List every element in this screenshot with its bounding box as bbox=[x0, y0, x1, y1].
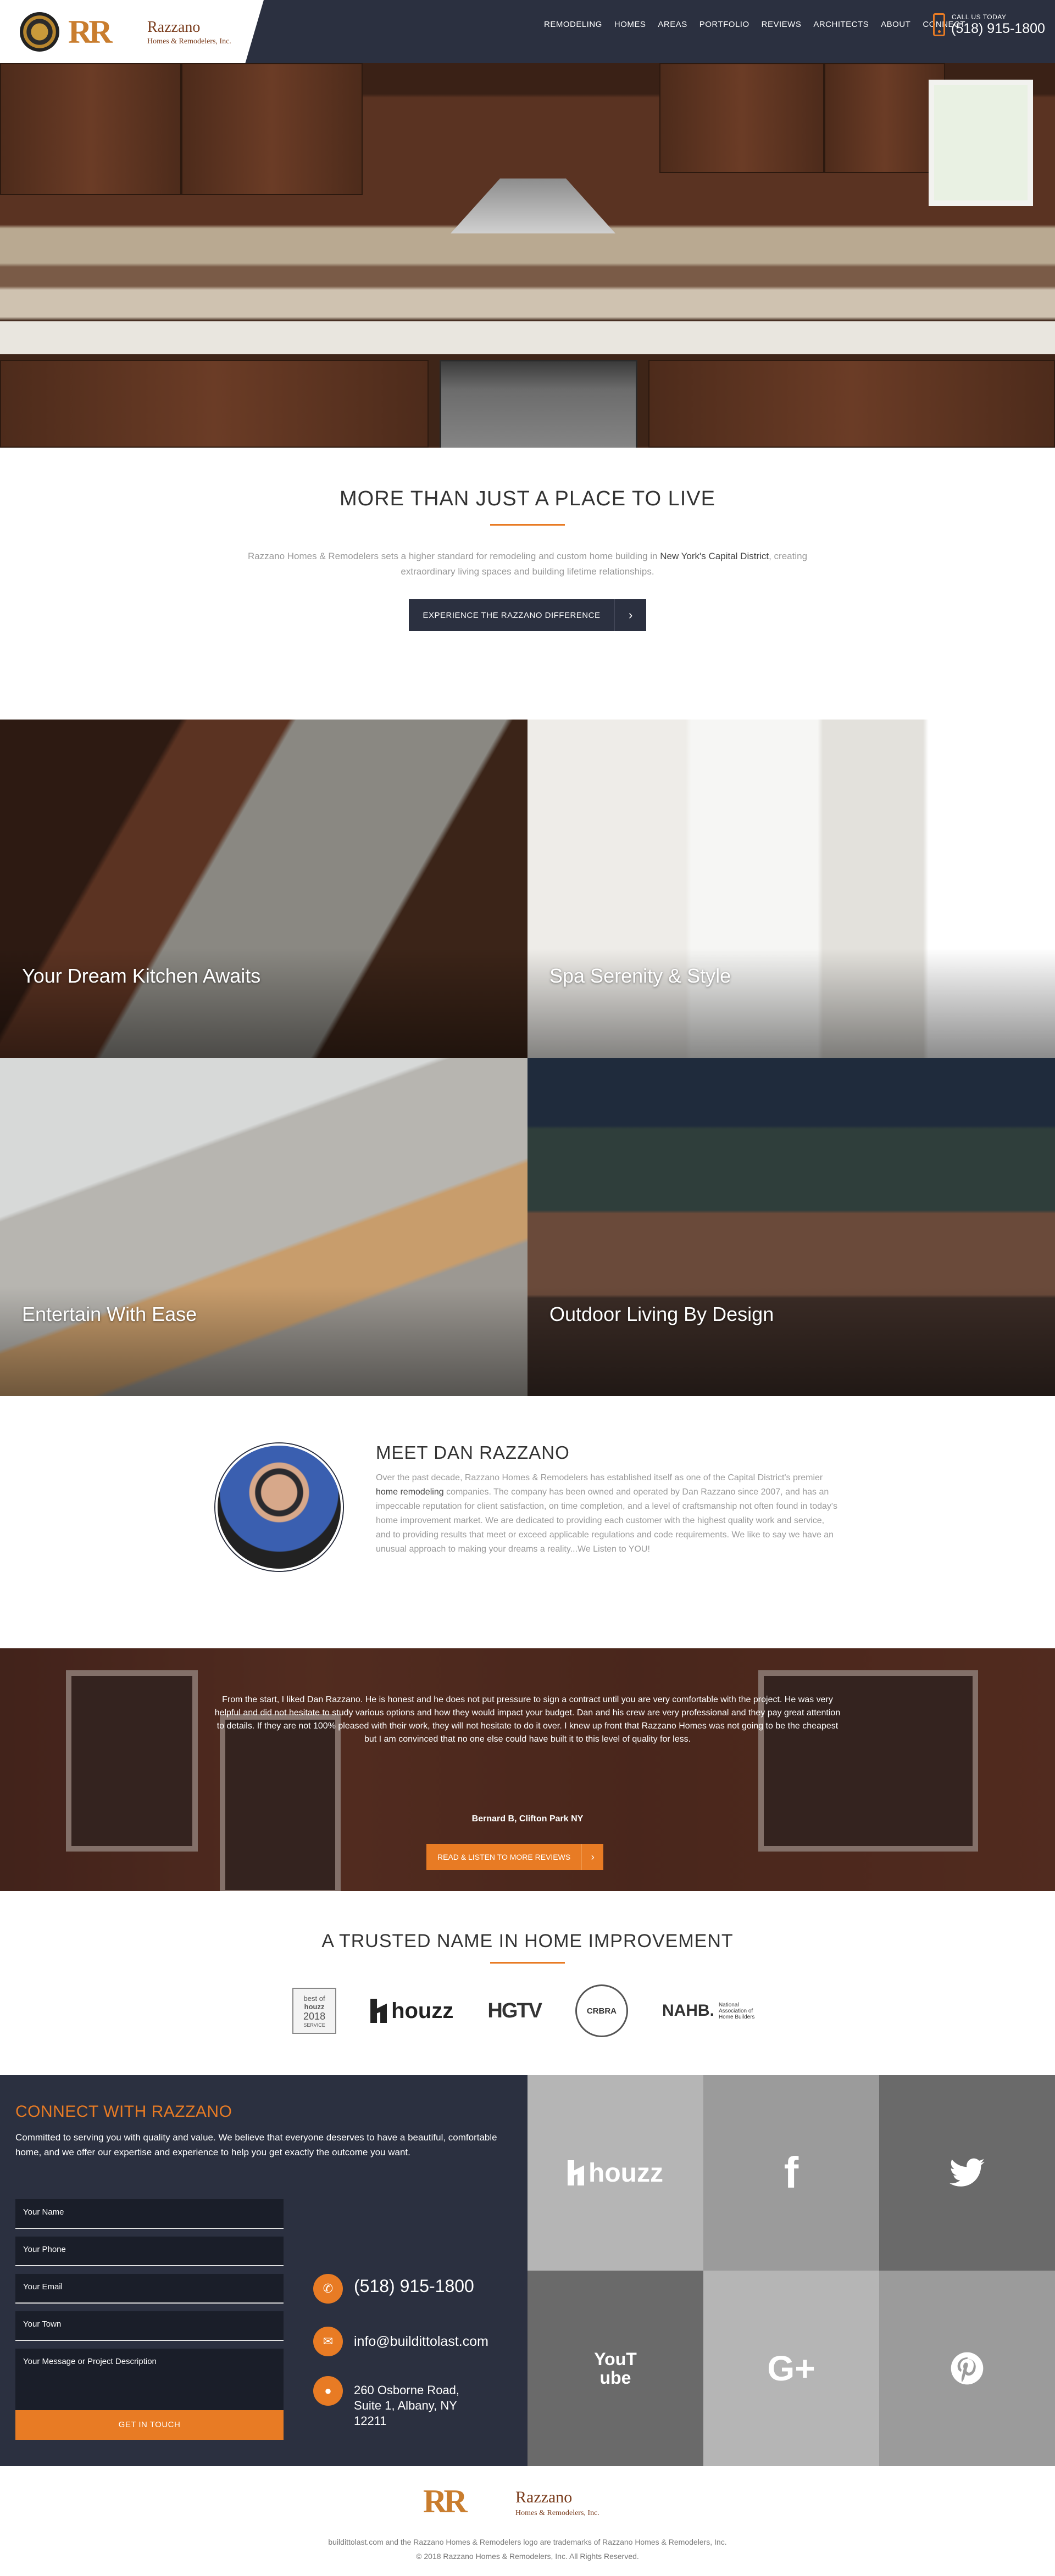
houzz-social-link[interactable]: houzz bbox=[528, 2075, 703, 2271]
meet-section: MEET DAN RAZZANO Over the past decade, R… bbox=[0, 1396, 1055, 1648]
nav-about[interactable]: ABOUT bbox=[881, 20, 910, 29]
crbra-logo[interactable]: CRBRA bbox=[575, 1984, 628, 2037]
logo-panel: RR Razzano Homes & Remodelers, Inc. bbox=[0, 0, 264, 63]
tile-entertain[interactable]: Entertain With Ease bbox=[0, 1058, 528, 1396]
social-grid: houzz f YouTube G+ bbox=[528, 2075, 1055, 2466]
youtube-icon: YouTube bbox=[594, 2349, 637, 2388]
facebook-link[interactable]: f bbox=[703, 2075, 879, 2271]
pinterest-link[interactable] bbox=[879, 2271, 1055, 2466]
title-underline bbox=[490, 524, 565, 526]
capital-district-link[interactable]: New York's Capital District bbox=[660, 551, 769, 561]
tile-kitchen-caption: Your Dream Kitchen Awaits bbox=[22, 964, 261, 987]
review-quote: From the start, I liked Dan Razzano. He … bbox=[214, 1695, 841, 1744]
footer-logo-mark[interactable]: RR bbox=[423, 2483, 468, 2521]
hgtv-logo[interactable]: HGTV bbox=[487, 1999, 542, 2023]
houzz-icon bbox=[568, 2160, 585, 2185]
nav-architects[interactable]: ARCHITECTS bbox=[813, 20, 869, 29]
more-reviews-button[interactable]: READ & LISTEN TO MORE REVIEWS › bbox=[426, 1844, 604, 1870]
nav-portfolio[interactable]: PORTFOLIO bbox=[699, 20, 749, 29]
tile-kitchen[interactable]: Your Dream Kitchen Awaits bbox=[0, 720, 528, 1058]
main-nav: REMODELING HOMES AREAS PORTFOLIO REVIEWS… bbox=[544, 20, 965, 29]
meet-title: MEET DAN RAZZANO bbox=[376, 1442, 570, 1463]
nav-remodeling[interactable]: REMODELING bbox=[544, 20, 602, 29]
houzz-icon bbox=[370, 1999, 387, 2023]
logo-subtitle: Homes & Remodelers, Inc. bbox=[147, 37, 231, 46]
experience-difference-button[interactable]: EXPERIENCE THE RAZZANO DIFFERENCE › bbox=[408, 599, 647, 631]
twitter-icon bbox=[949, 2158, 985, 2187]
name-field[interactable]: Your Name bbox=[15, 2199, 284, 2229]
facebook-icon: f bbox=[784, 2148, 799, 2197]
site-header: RR Razzano Homes & Remodelers, Inc. REMO… bbox=[0, 0, 1055, 63]
footer-logo-subtitle: Homes & Remodelers, Inc. bbox=[515, 2509, 599, 2517]
envelope-icon: ✉ bbox=[313, 2327, 343, 2356]
tile-entertain-caption: Entertain With Ease bbox=[22, 1303, 197, 1325]
intro-section: MORE THAN JUST A PLACE TO LIVE Razzano H… bbox=[0, 448, 1055, 720]
footer-copyright: © 2018 Razzano Homes & Remodelers, Inc. … bbox=[416, 2552, 639, 2561]
message-field[interactable]: Your Message or Project Description bbox=[15, 2349, 284, 2418]
avatar bbox=[215, 1443, 343, 1571]
feature-tiles: Your Dream Kitchen Awaits Spa Serenity &… bbox=[0, 720, 1055, 1396]
logo-name[interactable]: Razzano bbox=[147, 19, 200, 36]
logo-mark[interactable]: RR bbox=[68, 13, 113, 51]
header-phone-link[interactable]: (518) 915-1800 bbox=[951, 21, 1045, 37]
email-field[interactable]: Your Email bbox=[15, 2274, 284, 2304]
contact-panel: CONNECT WITH RAZZANO Committed to servin… bbox=[0, 2075, 528, 2466]
contact-email[interactable]: ✉ info@buildittolast.com bbox=[313, 2327, 488, 2356]
footer-logo-name[interactable]: Razzano bbox=[515, 2488, 572, 2507]
connect-title: CONNECT WITH RAZZANO bbox=[15, 2103, 232, 2121]
youtube-link[interactable]: YouTube bbox=[528, 2271, 703, 2466]
title-underline bbox=[490, 1962, 565, 1964]
call-us-label: CALL US TODAY bbox=[952, 13, 1007, 21]
site-footer: RR Razzano Homes & Remodelers, Inc. buil… bbox=[0, 2466, 1055, 2576]
home-remodeling-link[interactable]: home remodeling bbox=[376, 1487, 444, 1497]
get-in-touch-button[interactable]: GET IN TOUCH bbox=[15, 2410, 284, 2440]
chevron-right-icon: › bbox=[614, 599, 646, 631]
town-field[interactable]: Your Town bbox=[15, 2311, 284, 2341]
phone-field[interactable]: Your Phone bbox=[15, 2237, 284, 2266]
tile-bath[interactable]: Spa Serenity & Style bbox=[528, 720, 1055, 1058]
mobile-phone-icon bbox=[933, 13, 945, 36]
pinterest-icon bbox=[951, 2352, 984, 2385]
google-plus-icon: G+ bbox=[767, 2349, 815, 2388]
connect-intro: Committed to serving you with quality an… bbox=[15, 2132, 497, 2157]
hero-kitchen-image bbox=[0, 63, 1055, 448]
phone-icon: ✆ bbox=[313, 2274, 343, 2304]
trusted-title: A TRUSTED NAME IN HOME IMPROVEMENT bbox=[321, 1931, 734, 1951]
tile-bath-caption: Spa Serenity & Style bbox=[549, 964, 731, 987]
tile-outdoor-caption: Outdoor Living By Design bbox=[549, 1303, 774, 1325]
twitter-link[interactable] bbox=[879, 2075, 1055, 2271]
nav-homes[interactable]: HOMES bbox=[614, 20, 646, 29]
review-section: From the start, I liked Dan Razzano. He … bbox=[0, 1648, 1055, 1891]
chevron-right-icon: › bbox=[581, 1844, 603, 1870]
award-seal-icon bbox=[20, 12, 59, 52]
intro-title: MORE THAN JUST A PLACE TO LIVE bbox=[340, 487, 715, 510]
google-plus-link[interactable]: G+ bbox=[703, 2271, 879, 2466]
contact-address: ● 260 Osborne Road, Suite 1, Albany, NY 12… bbox=[313, 2376, 459, 2429]
review-author: Bernard B, Clifton Park NY bbox=[471, 1814, 584, 1824]
map-pin-icon: ● bbox=[313, 2376, 343, 2406]
nav-areas[interactable]: AREAS bbox=[658, 20, 687, 29]
footer-trademark: buildittolast.com and the Razzano Homes … bbox=[328, 2538, 727, 2546]
contact-phone[interactable]: ✆ (518) 915-1800 bbox=[313, 2274, 474, 2304]
partner-logos: best of houzz 2018 SERVICE houzz HGTV CRBRA… bbox=[0, 1984, 1055, 2037]
houzz-logo[interactable]: houzz bbox=[370, 1999, 453, 2023]
trusted-section: A TRUSTED NAME IN HOME IMPROVEMENT best … bbox=[0, 1891, 1055, 2075]
best-of-houzz-badge[interactable]: best of houzz 2018 SERVICE bbox=[292, 1988, 337, 2034]
nahb-logo[interactable]: NAHB. National Association of Home Builde… bbox=[662, 2001, 763, 2020]
nav-reviews[interactable]: REVIEWS bbox=[762, 20, 802, 29]
connect-section: CONNECT WITH RAZZANO Committed to servin… bbox=[0, 2075, 1055, 2466]
intro-text: Razzano Homes & Remodelers sets a higher… bbox=[247, 551, 808, 577]
meet-text: Over the past decade, Razzano Homes & Re… bbox=[376, 1473, 837, 1554]
tile-outdoor[interactable]: Outdoor Living By Design bbox=[528, 1058, 1055, 1396]
